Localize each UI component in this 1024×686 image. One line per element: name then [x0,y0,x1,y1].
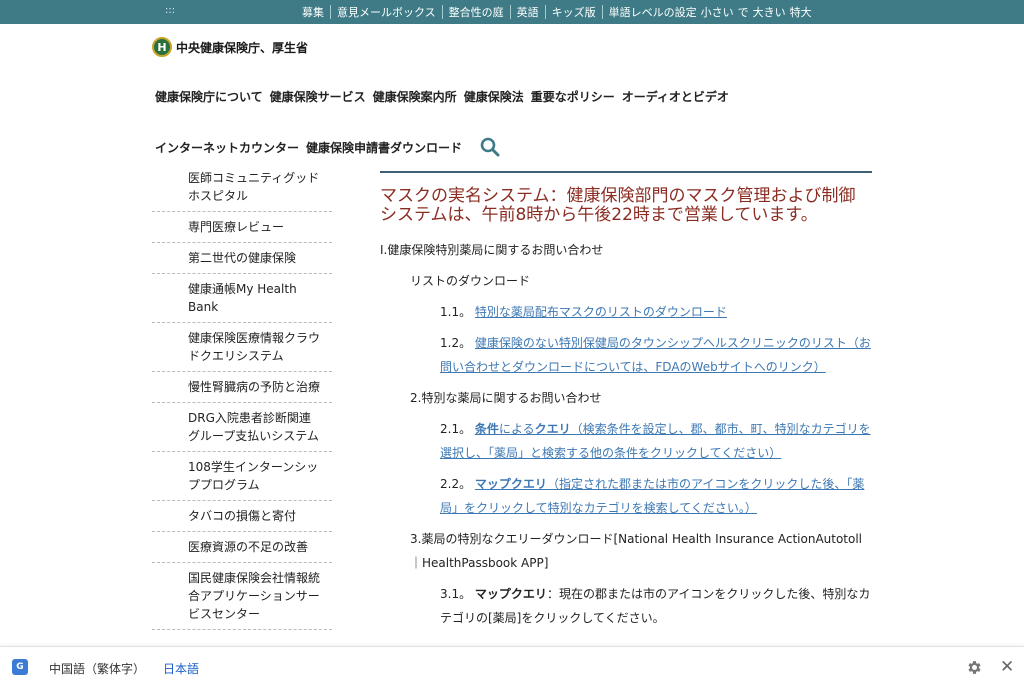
page-headline: マスクの実名システム：健康保険部門のマスク管理および制御システムは、午前8時から… [380,186,856,225]
nav-item-media[interactable]: オーディオとビデオ [622,88,729,105]
site-name: 中央健康保険庁、厚生省 [176,40,309,55]
link-bold-text: マップクエリ [474,477,547,491]
font-size-large[interactable]: 大きい [753,4,786,20]
nav-item-form-download[interactable]: 健康保険申請書ダウンロード [306,139,462,156]
section-heading-3: 3.薬局の特別なクエリーダウンロード[National Health Insur… [410,532,863,570]
sidebar-item[interactable]: 医師コミュニティグッドホスピタル [152,163,332,212]
nav-item-policy[interactable]: 重要なポリシー [531,88,615,105]
sidebar-item[interactable]: 108学生インターンシッププログラム [152,452,332,501]
section-heading-1: I.健康保険特別薬局に関するお問い合わせ [380,243,604,257]
sidebar-item[interactable]: タバコの損傷と寄付 [152,501,332,532]
top-link-feedback[interactable]: 意見メールボックス [337,4,436,20]
list-item-3-1: 3.1。 マップクエリ：現在の郡または市のアイコンをクリックした後、特別なカテゴ… [380,582,872,630]
list-item-2-1: 2.1。 条件によるクエリ（検索条件を設定し、郡、都市、町、特別なカテゴリを選択… [380,417,872,465]
condition-query-link[interactable]: 条件によるクエリ（検索条件を設定し、郡、都市、町、特別なカテゴリを選択し、「薬局… [440,422,871,460]
list-item-1-2: 1.2。 健康保険のない特別保健局のタウンシップヘルスクリニックのリスト（お問い… [380,331,872,379]
sidebar-item[interactable]: 慢性腎臓病の予防と治療 [152,372,332,403]
search-icon[interactable] [479,136,501,158]
sidebar: 医師コミュニティグッドホスピタル 専門医療レビュー 第二世代の健康保険 健康通帳… [152,163,332,630]
item-number: 1.1。 [440,305,472,319]
lang-option-japanese[interactable]: 日本語 [163,660,199,677]
item-number: 3.1。 [440,587,472,601]
sidebar-item[interactable]: 第二世代の健康保険 [152,243,332,274]
link-bold-text: クエリ [534,422,571,436]
divider [441,5,443,19]
nav-item-info-desk[interactable]: 健康保険案内所 [373,88,457,105]
top-link-recruit[interactable]: 募集 [302,4,324,20]
nav-item-law[interactable]: 健康保険法 [464,88,524,105]
item-number: 2.2。 [440,477,472,491]
main-content: マスクの実名システム：健康保険部門のマスク管理および制御システムは、午前8時から… [380,171,872,630]
translate-bar: G 中国語（繁体字） 日本語 ✕ [0,646,1024,686]
list-download-heading: リストのダウンロード [410,274,531,288]
sidebar-item[interactable]: 健康通帳My Health Bank [152,274,332,323]
primary-nav: 健康保険庁について 健康保険サービス 健康保険案内所 健康保険法 重要なポリシー… [155,88,729,105]
font-size-small[interactable]: 小さい [701,4,734,20]
divider [509,5,511,19]
lang-option-traditional-chinese[interactable]: 中国語（繁体字） [49,660,145,677]
sidebar-item[interactable]: 健康保険医療情報クラウドクエリシステム [152,323,332,372]
gear-icon[interactable] [966,659,983,676]
sidebar-item[interactable]: 専門医療レビュー [152,212,332,243]
sidebar-item[interactable]: 国民健康保険会社情報統合アプリケーションサービスセンター [152,563,332,630]
top-link-english[interactable]: 英語 [517,4,539,20]
item-number: 1.2。 [440,336,472,350]
list-item-1-1: 1.1。 特別な薬局配布マスクのリストのダウンロード [380,300,872,324]
top-utility-bar: ::: 募集 意見メールボックス 整合性の庭 英語 キッズ版 単語レベルの設定 … [0,0,1024,24]
link-text: による [498,422,535,436]
secondary-nav: インターネットカウンター 健康保険申請書ダウンロード [155,136,501,158]
map-query-link[interactable]: マップクエリ（指定された郡または市のアイコンをクリックした後、「薬局」をクリック… [440,477,864,515]
translate-icon[interactable]: G [12,659,28,675]
link-bold-text: 条件 [474,422,499,436]
font-size-label: 単語レベルの設定 [608,6,697,19]
nav-item-about[interactable]: 健康保険庁について [155,88,263,105]
map-query-label: マップクエリ [474,587,547,601]
top-menu-dots[interactable]: ::: [165,5,175,16]
clinic-list-link[interactable]: 健康保険のない特別保健局のタウンシップヘルスクリニックのリスト（お問い合わせとダ… [440,336,871,374]
site-logo[interactable]: H 中央健康保険庁、厚生省 [152,37,308,57]
nhi-emblem-icon: H [152,37,172,57]
item-number: 2.1。 [440,422,472,436]
top-link-integrity[interactable]: 整合性の庭 [449,4,504,20]
font-size-xlarge[interactable]: 特大 [790,4,812,20]
font-size-medium[interactable]: で [738,4,749,20]
sidebar-item[interactable]: 医療資源の不足の改善 [152,532,332,563]
nav-item-internet-counter[interactable]: インターネットカウンター [155,139,299,156]
top-link-kids[interactable]: キッズ版 [552,4,596,20]
divider [544,5,546,19]
close-icon[interactable]: ✕ [1000,657,1014,677]
divider [601,5,603,19]
nav-item-services[interactable]: 健康保険サービス [270,88,366,105]
list-item-2-2: 2.2。 マップクエリ（指定された郡または市のアイコンをクリックした後、「薬局」… [380,472,872,520]
top-links: 募集 意見メールボックス 整合性の庭 英語 キッズ版 単語レベルの設定 小さい … [302,0,812,24]
mask-list-download-link[interactable]: 特別な薬局配布マスクのリストのダウンロード [475,305,727,319]
section-heading-2: 2.特別な薬局に関するお問い合わせ [410,391,602,405]
divider [330,5,331,19]
sidebar-item[interactable]: DRG入院患者診断関連グループ支払いシステム [152,403,332,452]
